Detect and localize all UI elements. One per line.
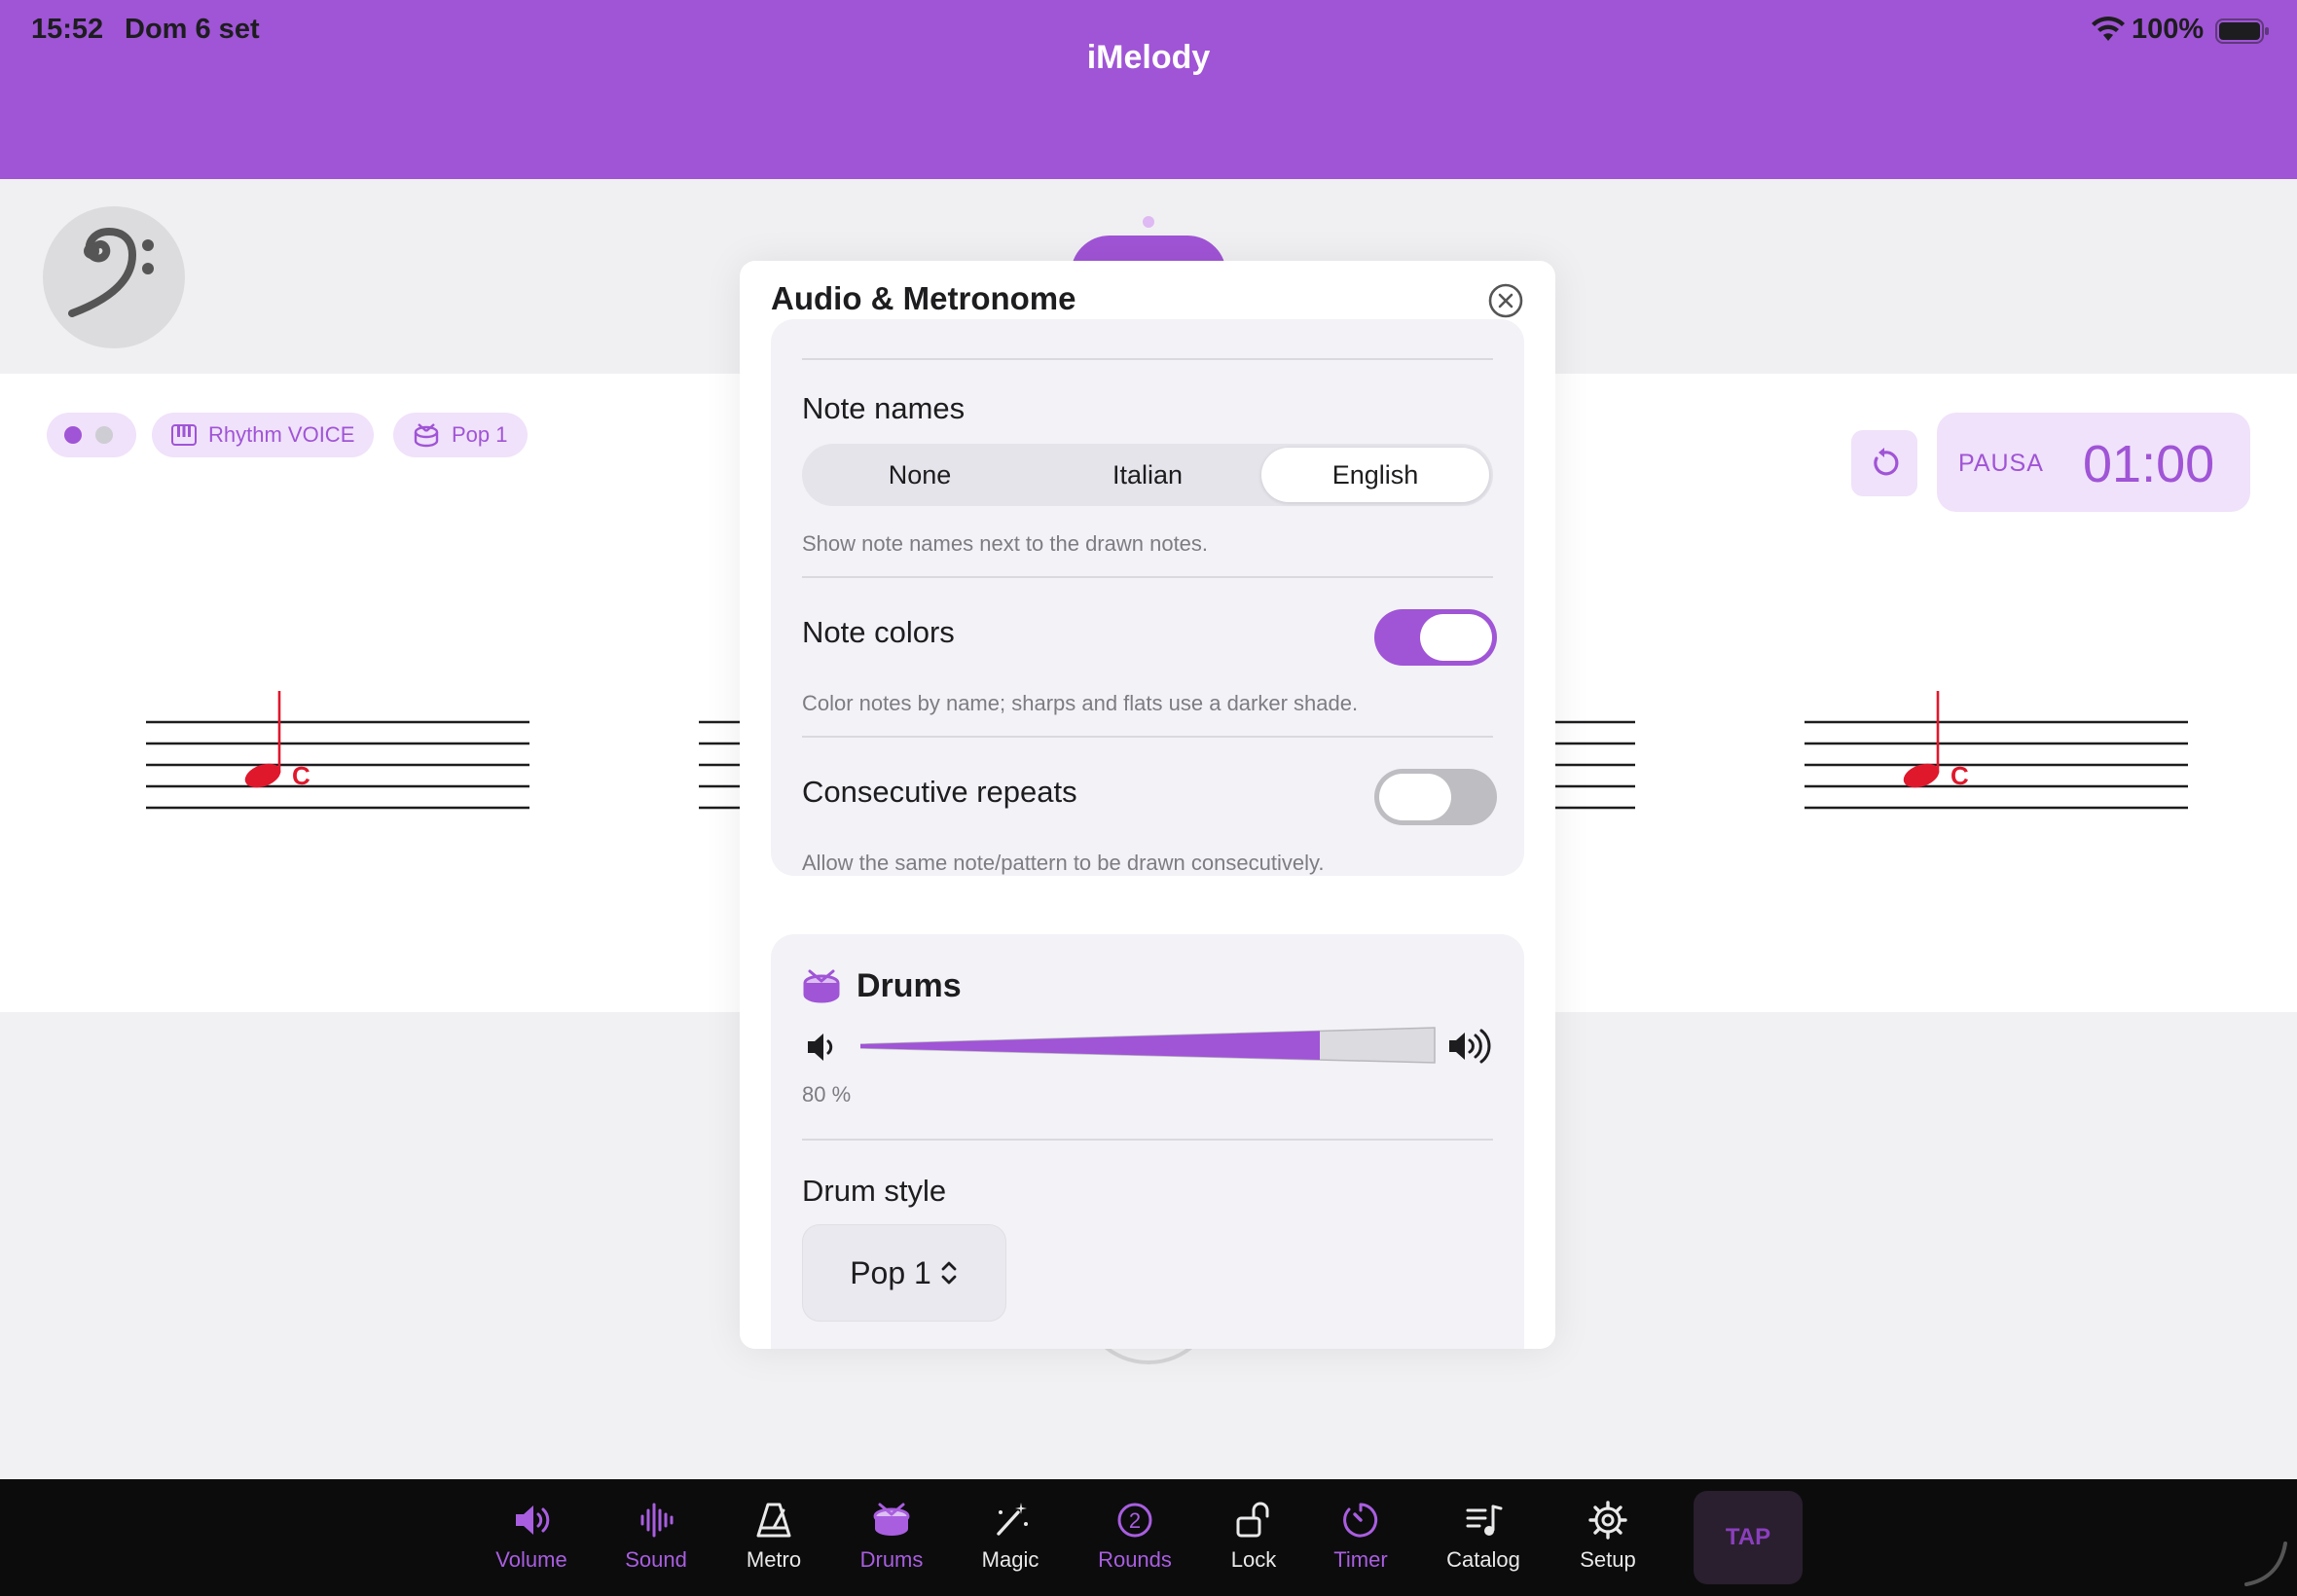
tab-rounds[interactable]: 2 Rounds xyxy=(1076,1499,1193,1577)
magic-wand-icon xyxy=(997,1503,1028,1536)
toggle-knob xyxy=(1379,774,1451,820)
audio-metronome-modal: Audio & Metronome Note names None Italia… xyxy=(740,261,1555,1349)
drum-icon xyxy=(803,969,840,1003)
drum-style-chip[interactable]: Pop 1 xyxy=(393,413,528,457)
tab-label: Setup xyxy=(1580,1547,1636,1572)
close-icon[interactable] xyxy=(1487,282,1524,319)
divider xyxy=(802,736,1493,738)
timer-icon xyxy=(1343,1503,1378,1538)
gear-icon xyxy=(1588,1501,1627,1540)
toggle-knob xyxy=(1420,614,1492,661)
drum-style-label: Drum style xyxy=(802,1174,947,1208)
volume-high-icon xyxy=(1449,1029,1491,1064)
staff-3-partial xyxy=(1555,720,1635,810)
app-title: iMelody xyxy=(1086,39,1211,76)
drum-style-select[interactable]: Pop 1 xyxy=(802,1224,1006,1322)
note-names-hint: Show note names next to the drawn notes. xyxy=(802,531,1209,556)
wifi-icon xyxy=(2092,16,2125,41)
instrument-chip-label: Rhythm VOICE xyxy=(208,422,355,447)
tap-tempo-button[interactable]: TAP xyxy=(1694,1491,1803,1584)
resize-handle-icon[interactable] xyxy=(2242,1538,2289,1588)
tab-lock[interactable]: Lock xyxy=(1195,1499,1312,1577)
drum-icon xyxy=(873,1503,910,1536)
divider xyxy=(802,1139,1493,1141)
timer-state: PAUSA xyxy=(1958,450,2044,477)
tab-label: Catalog xyxy=(1446,1547,1520,1572)
tab-setup[interactable]: Setup xyxy=(1550,1499,1666,1577)
volume-fill xyxy=(860,1031,1320,1060)
note-names-label: Note names xyxy=(802,391,966,425)
note-name-label: C xyxy=(292,761,310,790)
music-list-icon xyxy=(1466,1505,1503,1536)
page-indicator-dot xyxy=(1143,216,1154,228)
staff-1: C xyxy=(146,691,529,810)
note-colors-label: Note colors xyxy=(802,615,955,649)
tab-timer[interactable]: Timer xyxy=(1302,1499,1419,1577)
segment-english[interactable]: English xyxy=(1261,448,1489,502)
note-name-label: C xyxy=(1951,761,1969,790)
tab-label: Rounds xyxy=(1098,1547,1172,1572)
tab-magic[interactable]: Magic xyxy=(952,1499,1069,1577)
divider xyxy=(802,576,1493,578)
segment-italian[interactable]: Italian xyxy=(1034,448,1261,502)
note-names-segmented-control[interactable]: None Italian English xyxy=(802,444,1493,506)
tab-label: Metro xyxy=(746,1547,802,1572)
app-header xyxy=(0,0,2297,179)
speaker-icon xyxy=(516,1505,550,1535)
tab-metro[interactable]: Metro xyxy=(715,1499,832,1577)
bass-clef-icon xyxy=(68,227,154,317)
tab-label: Sound xyxy=(625,1547,687,1572)
instrument-chip[interactable]: Rhythm VOICE xyxy=(152,413,375,457)
note-colors-toggle[interactable] xyxy=(1374,609,1497,666)
staff-2-partial xyxy=(699,720,742,810)
battery-percentage: 100% xyxy=(2132,14,2205,45)
tab-label: Lock xyxy=(1230,1547,1277,1572)
tab-drums[interactable]: Drums xyxy=(833,1499,950,1577)
note-colors-hint: Color notes by name; sharps and flats us… xyxy=(802,691,1359,715)
dot-inactive xyxy=(95,426,113,444)
tab-label: Magic xyxy=(981,1547,1039,1572)
drum-style-value: Pop 1 xyxy=(850,1254,931,1290)
reset-timer-button[interactable] xyxy=(1851,430,1917,496)
drum-icon xyxy=(414,423,439,448)
tab-volume[interactable]: Volume xyxy=(473,1499,590,1577)
battery-icon xyxy=(2215,18,2269,44)
tab-label: Volume xyxy=(495,1547,567,1572)
reset-icon xyxy=(1874,448,1899,476)
tab-sound[interactable]: Sound xyxy=(598,1499,714,1577)
waveform-icon xyxy=(640,1503,674,1538)
bass-clef-button[interactable] xyxy=(43,206,185,348)
drums-volume-value: 80 % xyxy=(802,1082,852,1106)
staff-4: C xyxy=(1805,691,2188,810)
timer-value: 01:00 xyxy=(2083,435,2215,493)
rounds-counter-icon: 2 xyxy=(1117,1503,1152,1538)
consecutive-repeats-hint: Allow the same note/pattern to be drawn … xyxy=(802,851,1325,875)
volume-low-icon xyxy=(808,1034,833,1061)
drums-title: Drums xyxy=(857,967,962,1004)
piano-icon xyxy=(171,424,197,446)
tab-label: Timer xyxy=(1333,1547,1388,1572)
drum-style-chip-label: Pop 1 xyxy=(452,422,508,447)
rounds-badge: 2 xyxy=(1129,1508,1141,1533)
consecutive-repeats-toggle[interactable] xyxy=(1374,769,1497,825)
divider xyxy=(802,358,1493,360)
dot-active xyxy=(64,426,82,444)
tab-label: Drums xyxy=(859,1547,924,1572)
segment-none[interactable]: None xyxy=(806,448,1034,502)
metronome-icon xyxy=(756,1503,791,1538)
mode-dots-chip[interactable] xyxy=(47,413,136,457)
unlock-icon xyxy=(1236,1502,1269,1538)
chevron-up-down-icon xyxy=(941,1261,957,1285)
drums-volume-slider[interactable] xyxy=(860,1024,1444,1067)
modal-body: Note names None Italian English Show not… xyxy=(740,319,1555,1349)
tab-catalog[interactable]: Catalog xyxy=(1425,1499,1542,1577)
modal-title: Audio & Metronome xyxy=(771,280,1076,316)
consecutive-repeats-label: Consecutive repeats xyxy=(802,775,1077,809)
